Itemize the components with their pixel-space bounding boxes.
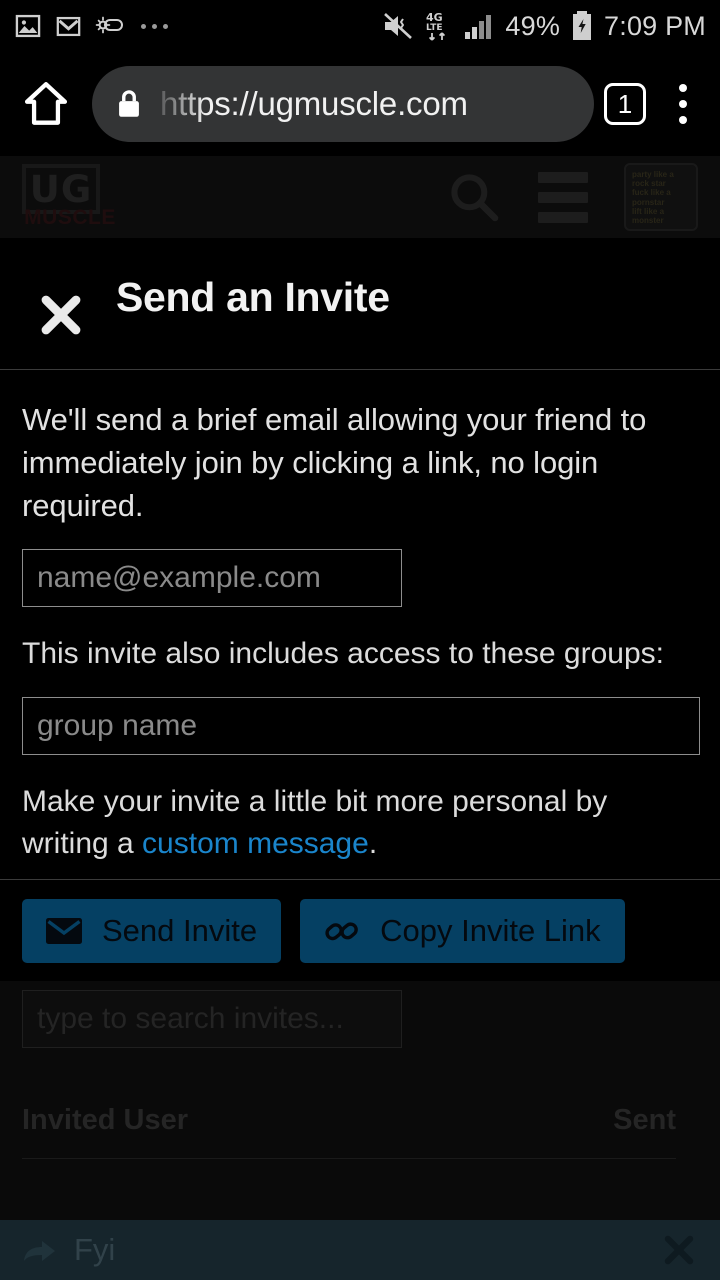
photo-icon — [14, 12, 42, 40]
gmail-icon — [55, 13, 82, 40]
invites-table-row — [22, 1159, 676, 1217]
logo-sub-text: MUSCLE — [24, 206, 116, 229]
column-header-invited-user: Invited User — [22, 1104, 188, 1136]
fyi-close-icon[interactable] — [660, 1231, 698, 1269]
promo-card[interactable]: party like a rock star fuck like a porns… — [624, 163, 698, 231]
envelope-icon — [46, 917, 82, 945]
site-header: UG MUSCLE party like a rock star fuck li… — [0, 156, 720, 238]
modal-description: We'll send a brief email allowing your f… — [22, 402, 647, 523]
promo-line-2: fuck like a pornstar — [632, 188, 671, 207]
fyi-label: Fyi — [74, 1232, 116, 1267]
url-bar[interactable]: https://ugmuscle.com — [92, 66, 594, 142]
status-system-icons: 4G LTE 49% 7:09 PM — [382, 10, 706, 42]
send-invite-button[interactable]: Send Invite — [22, 898, 282, 963]
android-status-bar: 4G LTE 49% 7:09 PM — [0, 0, 720, 52]
modal-footer: Send Invite Copy Invite Link — [0, 879, 720, 981]
custom-message-suffix: . — [368, 827, 378, 860]
close-x-icon[interactable] — [30, 284, 92, 346]
email-field-placeholder: name@example.com — [37, 561, 321, 594]
modal-body: We'll send a brief email allowing your f… — [0, 370, 720, 865]
group-field-placeholder: group name — [37, 709, 198, 742]
copy-invite-link-button[interactable]: Copy Invite Link — [300, 898, 625, 963]
custom-message-prompt: Make your invite a little bit more perso… — [22, 781, 698, 865]
battery-percent-label: 49% — [505, 10, 561, 41]
kebab-menu-icon[interactable] — [660, 76, 706, 132]
phone-screen: 4G LTE 49% 7:09 PM https://ugmuscle.com … — [0, 0, 720, 1280]
invite-search-input[interactable]: type to search invites... — [22, 990, 402, 1048]
custom-message-link[interactable]: custom message — [142, 827, 369, 860]
overflow-dots-icon — [141, 23, 168, 29]
link-chain-icon — [324, 914, 360, 948]
groups-label: This invite also includes access to thes… — [22, 637, 664, 670]
send-invite-modal: Send an Invite We'll send a brief email … — [0, 238, 720, 981]
promo-line-3: lift like a monster — [632, 206, 665, 225]
invites-table-header: Invited User Sent — [22, 1083, 676, 1159]
browser-toolbar: https://ugmuscle.com 1 — [0, 52, 720, 156]
weather-icon — [95, 13, 125, 40]
site-logo[interactable]: UG MUSCLE — [22, 164, 116, 230]
column-header-sent: Sent — [613, 1104, 676, 1136]
lock-icon — [114, 87, 144, 121]
mute-vibrate-icon — [382, 11, 414, 41]
share-arrow-icon[interactable] — [22, 1235, 58, 1265]
send-invite-label: Send Invite — [102, 912, 258, 948]
fyi-bottom-bar: Fyi — [0, 1220, 720, 1280]
battery-charging-icon — [571, 11, 593, 41]
clock-label: 7:09 PM — [604, 10, 706, 41]
site-header-actions: party like a rock star fuck like a porns… — [446, 163, 698, 231]
copy-invite-link-label: Copy Invite Link — [380, 912, 601, 948]
group-name-field[interactable]: group name — [22, 697, 700, 755]
promo-line-1: party like a rock star — [632, 170, 674, 189]
email-field[interactable]: name@example.com — [22, 549, 402, 607]
search-icon[interactable] — [446, 169, 502, 225]
modal-header: Send an Invite — [0, 238, 720, 370]
page-title: Send an Invite — [116, 274, 390, 320]
svg-text:LTE: LTE — [426, 23, 443, 33]
tab-counter[interactable]: 1 — [604, 83, 646, 125]
url-text: https://ugmuscle.com — [160, 85, 468, 122]
hamburger-icon[interactable] — [538, 171, 588, 223]
signal-bars-icon — [464, 12, 494, 40]
home-icon[interactable] — [14, 72, 78, 136]
status-notification-icons — [14, 12, 168, 40]
lte-data-icon: 4G LTE — [425, 10, 453, 42]
